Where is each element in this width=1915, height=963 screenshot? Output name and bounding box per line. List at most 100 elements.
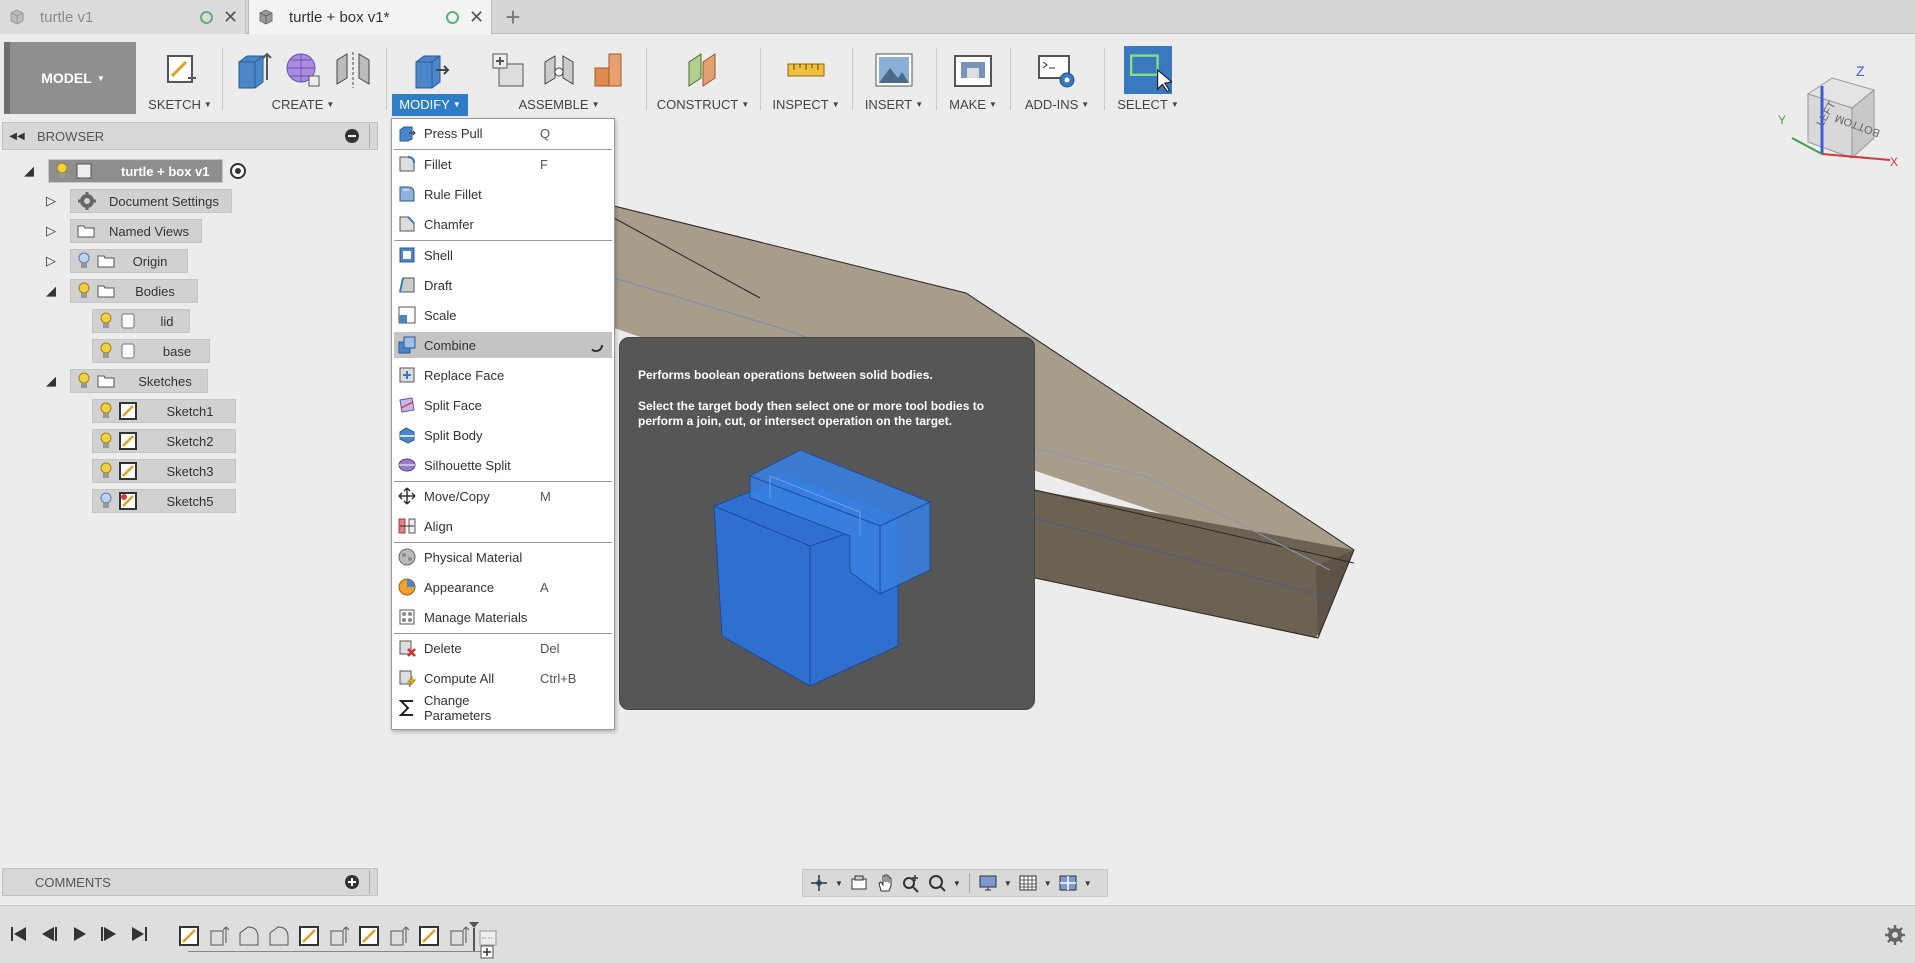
tree-node[interactable]: Sketches: [70, 369, 208, 393]
grid-icon[interactable]: [1018, 873, 1040, 893]
tree-node[interactable]: base: [92, 339, 210, 363]
menu-item-manage-materials[interactable]: Manage Materials: [394, 604, 612, 630]
browser-root-row[interactable]: ◢ turtle + box v1: [20, 158, 247, 184]
select-icon[interactable]: [1124, 46, 1172, 94]
go-to-start-icon[interactable]: [8, 924, 30, 944]
panel-resize-handle[interactable]: [369, 124, 377, 148]
mirror-icon[interactable]: [333, 50, 373, 90]
minimize-panel-icon[interactable]: [345, 129, 359, 143]
visibility-bulb-icon[interactable]: [99, 432, 113, 450]
view-cube[interactable]: LEFT BOTTOM Z X Y: [1778, 62, 1902, 172]
browser-row-named-views[interactable]: ▷ Named Views: [42, 218, 202, 244]
timeline-sketch-icon[interactable]: [418, 925, 440, 947]
menu-item-chamfer[interactable]: Chamfer: [394, 211, 612, 237]
viewports-icon[interactable]: [1058, 873, 1080, 893]
menu-item-replace-face[interactable]: Replace Face: [394, 362, 612, 388]
menu-item-split-face[interactable]: Split Face: [394, 392, 612, 418]
expand-triangle-icon[interactable]: ▷: [42, 223, 60, 239]
modify-group[interactable]: MODIFY ▼: [390, 42, 470, 116]
tree-node[interactable]: Named Views: [70, 219, 202, 243]
browser-row-sketch2[interactable]: Sketch2: [92, 428, 236, 454]
workspace-switcher[interactable]: MODEL ▼: [4, 42, 136, 114]
insert-image-icon[interactable]: [874, 50, 914, 90]
visibility-bulb-off-icon[interactable]: [99, 492, 113, 510]
menu-item-press-pull[interactable]: Press Pull Q: [394, 120, 612, 146]
browser-row-base[interactable]: base: [92, 338, 210, 364]
timeline-fillet-icon[interactable]: [238, 925, 260, 947]
select-group[interactable]: SELECT ▼: [1108, 42, 1188, 116]
timeline-sketch-icon[interactable]: [178, 925, 200, 947]
activate-component-icon[interactable]: [229, 162, 247, 180]
close-tab-icon[interactable]: ✕: [469, 8, 484, 26]
fit-zoom-icon[interactable]: [927, 873, 949, 893]
tree-node[interactable]: lid: [92, 309, 190, 333]
browser-root-node[interactable]: turtle + box v1: [48, 159, 223, 183]
joint-icon[interactable]: [539, 50, 579, 90]
collapse-triangle-icon[interactable]: ◢: [20, 163, 38, 179]
browser-row-sketches[interactable]: ◢ Sketches: [42, 368, 208, 394]
visibility-bulb-off-icon[interactable]: [77, 252, 91, 270]
add-ins-group[interactable]: ADD-INS ▼: [1014, 42, 1100, 116]
browser-row-bodies[interactable]: ◢ Bodies: [42, 278, 198, 304]
construct-group[interactable]: CONSTRUCT ▼: [650, 42, 756, 116]
expand-triangle-icon[interactable]: ▷: [42, 253, 60, 269]
display-dropdown-icon[interactable]: ▼: [1004, 879, 1012, 888]
menu-item-change-parameters[interactable]: Change Parameters: [394, 693, 612, 723]
visibility-bulb-icon[interactable]: [77, 282, 91, 300]
assemble-group[interactable]: ASSEMBLE ▼: [474, 42, 644, 116]
browser-row-sketch5[interactable]: Sketch5: [92, 488, 236, 514]
inspect-group[interactable]: INSPECT ▼: [764, 42, 848, 116]
expand-triangle-icon[interactable]: ▷: [42, 193, 60, 209]
visibility-bulb-icon[interactable]: [99, 312, 113, 330]
menu-item-compute-all[interactable]: Compute All Ctrl+B: [394, 665, 612, 691]
new-component-icon[interactable]: [489, 50, 529, 90]
scripts-addins-icon[interactable]: [1037, 50, 1077, 90]
sketch-group[interactable]: SKETCH ▼: [140, 42, 220, 116]
press-pull-icon[interactable]: [410, 50, 450, 90]
timeline-add-icon[interactable]: [480, 945, 494, 959]
form-icon[interactable]: [283, 50, 323, 90]
new-tab-button[interactable]: +: [500, 2, 526, 32]
play-icon[interactable]: [68, 924, 90, 944]
timeline-sketch-icon[interactable]: [298, 925, 320, 947]
menu-item-move-copy[interactable]: Move/Copy M: [394, 483, 612, 509]
tree-node[interactable]: Document Settings: [70, 189, 232, 213]
browser-row-origin[interactable]: ▷ Origin: [42, 248, 188, 274]
display-settings-icon[interactable]: [978, 873, 1000, 893]
insert-group[interactable]: INSERT ▼: [856, 42, 932, 116]
tab-turtle-v1[interactable]: turtle v1 ✕: [0, 0, 246, 34]
timeline-extrude-icon[interactable]: [328, 925, 350, 947]
collapse-panel-icon[interactable]: ◀◀: [3, 131, 31, 142]
menu-item-shell[interactable]: Shell: [394, 242, 612, 268]
collapse-triangle-icon[interactable]: ◢: [42, 283, 60, 299]
extrude-icon[interactable]: [233, 50, 273, 90]
zoom-dropdown-icon[interactable]: ▼: [953, 879, 961, 888]
tree-node[interactable]: Sketch2: [92, 429, 236, 453]
visibility-bulb-icon[interactable]: [99, 462, 113, 480]
make-group[interactable]: MAKE ▼: [940, 42, 1006, 116]
menu-item-appearance[interactable]: Appearance A: [394, 574, 612, 600]
close-tab-icon[interactable]: ✕: [223, 8, 238, 26]
tree-node[interactable]: Bodies: [70, 279, 198, 303]
measure-icon[interactable]: [786, 50, 826, 90]
timeline-sketch-warning-icon[interactable]: [478, 925, 500, 947]
viewports-dropdown-icon[interactable]: ▼: [1084, 879, 1092, 888]
as-built-joint-icon[interactable]: [589, 50, 629, 90]
menu-item-align[interactable]: Align: [394, 513, 612, 539]
timeline-settings-gear-icon[interactable]: [1884, 924, 1906, 946]
timeline-sketch-icon[interactable]: [358, 925, 380, 947]
visibility-bulb-icon[interactable]: [55, 162, 69, 180]
timeline-extrude-icon[interactable]: [448, 925, 470, 947]
tree-node[interactable]: Sketch5: [92, 489, 236, 513]
menu-item-draft[interactable]: Draft: [394, 272, 612, 298]
offset-plane-icon[interactable]: [683, 50, 723, 90]
panel-resize-handle[interactable]: [369, 870, 377, 894]
pan-hand-icon[interactable]: [875, 873, 897, 893]
step-back-icon[interactable]: [38, 924, 60, 944]
browser-row-document-settings[interactable]: ▷ Document Settings: [42, 188, 232, 214]
menu-item-delete[interactable]: Delete Del: [394, 635, 612, 661]
orbit-dropdown-icon[interactable]: ▼: [835, 879, 843, 888]
visibility-bulb-icon[interactable]: [77, 372, 91, 390]
step-forward-icon[interactable]: [98, 924, 120, 944]
add-comment-icon[interactable]: [345, 875, 359, 889]
